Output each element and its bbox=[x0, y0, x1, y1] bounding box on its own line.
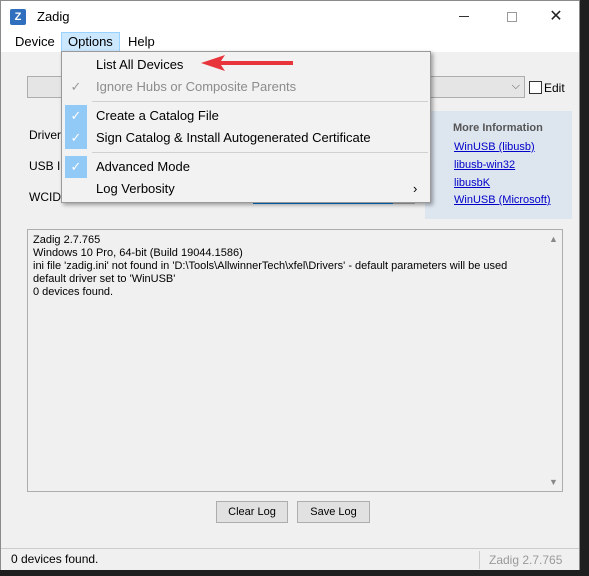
menu-item-advanced-mode[interactable]: ✓ Advanced Mode bbox=[63, 156, 429, 178]
checkmark-icon: ✓ bbox=[65, 127, 87, 149]
log-scrollbar[interactable]: ▲ ▼ bbox=[545, 230, 562, 491]
log-line: 0 devices found. bbox=[33, 286, 114, 298]
menu-item-create-catalog[interactable]: ✓ Create a Catalog File bbox=[63, 105, 429, 127]
zadig-window: Z Zadig ✕ Device Options Help ⌵ Edit Dri… bbox=[0, 0, 580, 570]
edit-label: Edit bbox=[544, 81, 565, 95]
title-bar: Z Zadig ✕ bbox=[1, 1, 579, 32]
wcid-label: WCID bbox=[29, 190, 61, 204]
menu-bar: Device Options Help bbox=[1, 32, 579, 52]
link-libusbk[interactable]: libusbK bbox=[454, 177, 490, 189]
menu-item-label: List All Devices bbox=[96, 57, 184, 72]
checkmark-icon: ✓ bbox=[65, 156, 87, 178]
log-line: ini file 'zadig.ini' not found in 'D:\To… bbox=[33, 260, 508, 272]
save-log-button[interactable]: Save Log bbox=[297, 501, 370, 523]
chevron-down-icon: ⌵ bbox=[511, 80, 520, 92]
zadig-app-icon: Z bbox=[10, 9, 26, 25]
submenu-arrow-icon: › bbox=[413, 181, 418, 196]
menu-options[interactable]: Options bbox=[61, 32, 120, 52]
menu-item-ignore-hubs[interactable]: ✓ Ignore Hubs or Composite Parents bbox=[63, 76, 429, 98]
link-winusb-libusb[interactable]: WinUSB (libusb) bbox=[454, 141, 535, 153]
menu-item-log-verbosity[interactable]: Log Verbosity › bbox=[63, 178, 429, 200]
menu-separator bbox=[92, 152, 428, 153]
minimize-icon bbox=[459, 16, 469, 17]
menu-item-label: Ignore Hubs or Composite Parents bbox=[96, 79, 297, 94]
log-content: Zadig 2.7.765 Windows 10 Pro, 64-bit (Bui… bbox=[33, 234, 507, 299]
annotation-arrow-icon bbox=[201, 55, 293, 71]
checkmark-icon: ✓ bbox=[65, 105, 87, 127]
minimize-button[interactable] bbox=[441, 1, 487, 32]
scroll-up-icon[interactable]: ▲ bbox=[549, 234, 558, 244]
maximize-button[interactable] bbox=[489, 1, 535, 32]
log-textarea[interactable]: Zadig 2.7.765 Windows 10 Pro, 64-bit (Bui… bbox=[27, 229, 563, 492]
log-line: Windows 10 Pro, 64-bit (Build 19044.1586… bbox=[33, 247, 243, 259]
more-info-title: More Information bbox=[453, 122, 543, 134]
menu-device[interactable]: Device bbox=[9, 32, 61, 52]
menu-item-sign-catalog[interactable]: ✓ Sign Catalog & Install Autogenerated C… bbox=[63, 127, 429, 149]
status-divider bbox=[479, 551, 480, 569]
options-menu: List All Devices ✓ Ignore Hubs or Compos… bbox=[61, 51, 431, 203]
driver-label: Driver bbox=[29, 128, 61, 142]
menu-item-label: Sign Catalog & Install Autogenerated Cer… bbox=[96, 130, 371, 145]
link-libusb-win32[interactable]: libusb-win32 bbox=[454, 159, 515, 171]
log-line: Zadig 2.7.765 bbox=[33, 234, 101, 246]
menu-item-label: Log Verbosity bbox=[96, 181, 175, 196]
edit-checkbox[interactable] bbox=[529, 81, 542, 94]
menu-item-label: Advanced Mode bbox=[96, 159, 190, 174]
close-button[interactable]: ✕ bbox=[533, 1, 579, 32]
status-version: Zadig 2.7.765 bbox=[489, 553, 563, 567]
status-message: 0 devices found. bbox=[11, 552, 99, 566]
window-title: Zadig bbox=[37, 9, 70, 24]
status-bar: 0 devices found. Zadig 2.7.765 bbox=[1, 548, 579, 570]
link-winusb-microsoft[interactable]: WinUSB (Microsoft) bbox=[454, 194, 551, 206]
clear-log-button[interactable]: Clear Log bbox=[216, 501, 288, 523]
log-line: default driver set to 'WinUSB' bbox=[33, 273, 176, 285]
menu-separator bbox=[92, 101, 428, 102]
menu-item-label: Create a Catalog File bbox=[96, 108, 219, 123]
maximize-icon bbox=[507, 11, 517, 22]
checkmark-icon: ✓ bbox=[70, 79, 82, 94]
menu-help[interactable]: Help bbox=[122, 32, 161, 52]
close-icon: ✕ bbox=[549, 7, 563, 25]
scroll-down-icon[interactable]: ▼ bbox=[549, 477, 558, 487]
